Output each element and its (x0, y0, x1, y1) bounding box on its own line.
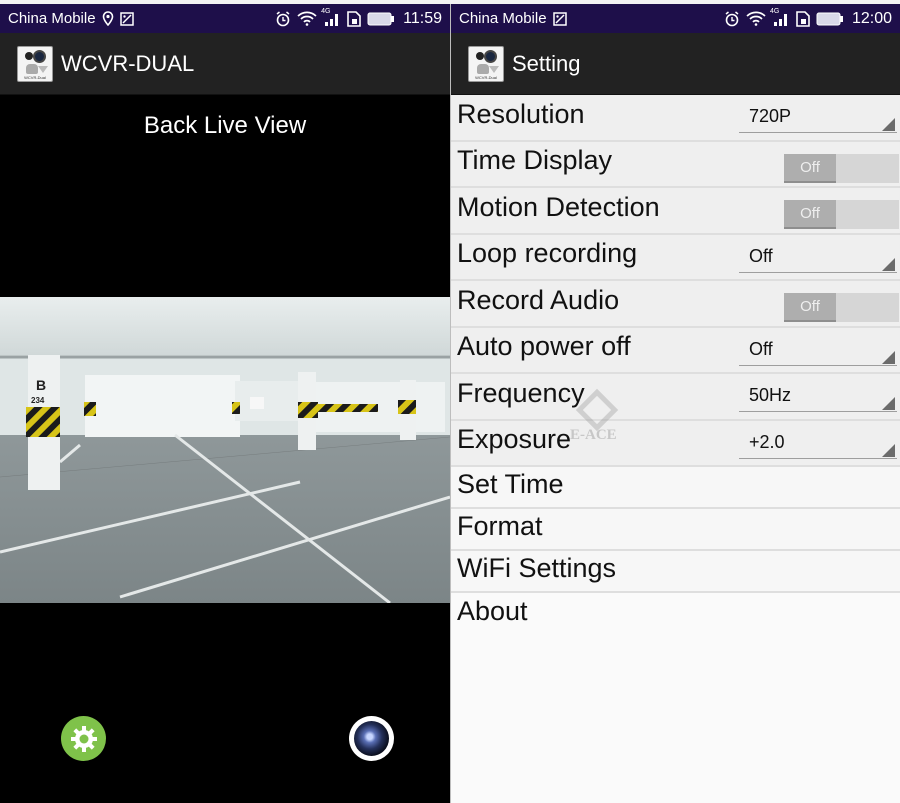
app-bar: WCVR-Dual WCVR-DUAL (0, 33, 450, 95)
dropdown-arrow-icon (882, 257, 895, 271)
setting-row-motion-detection[interactable]: Motion Detection Off (451, 188, 900, 235)
frequency-dropdown[interactable]: 50Hz (739, 378, 897, 412)
time-display-toggle[interactable]: Off (784, 153, 899, 183)
battery-icon (367, 12, 395, 25)
signal-indicator: 4G (770, 8, 790, 26)
alarm-icon (725, 10, 739, 26)
resolution-dropdown[interactable]: 720P (739, 99, 897, 133)
status-bar: China Mobile 4G 11:59 (0, 4, 450, 33)
record-audio-toggle[interactable]: Off (784, 293, 899, 322)
live-view-screen: China Mobile 4G 11:59 WCVR-Dual WCVR-DUA… (0, 4, 450, 803)
setting-row-format[interactable]: Format (451, 509, 900, 551)
camera-lens-icon (354, 721, 389, 756)
settings-screen: China Mobile 4G 12:00 WCVR-Dual Setting … (450, 4, 900, 803)
app-title: Setting (512, 50, 581, 76)
toggle-state: Off (784, 200, 836, 229)
setting-label: Motion Detection (457, 191, 660, 222)
setting-label: About (457, 595, 528, 626)
dropdown-value: Off (749, 245, 773, 266)
setting-label: Time Display (457, 145, 613, 176)
loop-recording-dropdown[interactable]: Off (739, 239, 897, 273)
live-view-title: Back Live View (143, 112, 307, 139)
app-title: WCVR-DUAL (61, 50, 195, 76)
status-time: 12:00 (851, 9, 892, 27)
pillar-label-number: 234 (31, 396, 45, 405)
dropdown-value: +2.0 (749, 431, 785, 452)
location-icon (102, 11, 113, 26)
setting-row-loop-recording[interactable]: Loop recording Off (451, 234, 900, 281)
settings-button[interactable] (61, 716, 106, 761)
setting-label: Loop recording (457, 238, 638, 269)
image-icon (119, 11, 134, 26)
app-logo-icon: WCVR-Dual (468, 45, 504, 82)
alarm-icon (276, 10, 290, 26)
setting-row-about[interactable]: About (451, 593, 900, 635)
toggle-state: Off (784, 293, 836, 322)
carrier-name: China Mobile (459, 10, 547, 27)
setting-row-time-display[interactable]: Time Display Off (451, 141, 900, 188)
setting-label: Exposure (457, 424, 572, 455)
app-bar: WCVR-Dual Setting (451, 33, 900, 95)
sim-icon (347, 10, 361, 27)
setting-row-exposure[interactable]: Exposure +2.0 (451, 420, 900, 467)
dropdown-value: 50Hz (749, 385, 792, 405)
auto-power-off-dropdown[interactable]: Off (739, 332, 897, 366)
motion-detection-toggle[interactable]: Off (784, 200, 899, 229)
setting-label: Frequency (457, 377, 585, 408)
battery-icon (816, 12, 843, 25)
wifi-icon (297, 11, 317, 26)
pillar-label-b: B (36, 377, 46, 393)
carrier-name: China Mobile (8, 10, 96, 27)
camera-feed[interactable]: B 234 (0, 297, 450, 603)
dropdown-arrow-icon (882, 443, 895, 457)
network-type-label: 4G (321, 7, 331, 15)
setting-row-set-time[interactable]: Set Time (451, 467, 900, 509)
setting-row-wifi-settings[interactable]: WiFi Settings (451, 551, 900, 593)
status-time: 11:59 (403, 9, 442, 27)
setting-row-record-audio[interactable]: Record Audio Off (451, 281, 900, 328)
setting-label: Format (457, 510, 543, 541)
toggle-state: Off (784, 153, 836, 183)
exposure-dropdown[interactable]: +2.0 (739, 425, 897, 459)
status-bar: China Mobile 4G 12:00 (451, 4, 900, 33)
setting-row-auto-power-off[interactable]: Auto power off Off (451, 327, 900, 374)
dropdown-arrow-icon (882, 118, 895, 131)
bottom-controls (0, 711, 450, 761)
dropdown-value: 720P (749, 106, 792, 126)
network-type-label: 4G (769, 7, 780, 15)
signal-indicator: 4G (321, 8, 341, 26)
settings-list: Resolution 720P Time Display Off Motion … (451, 95, 900, 635)
setting-label: Set Time (457, 468, 564, 499)
app-logo-icon: WCVR-Dual (17, 45, 53, 82)
capture-button[interactable] (349, 716, 394, 761)
dropdown-arrow-icon (882, 397, 895, 410)
dropdown-arrow-icon (882, 350, 895, 364)
image-icon (552, 11, 567, 26)
setting-row-frequency[interactable]: Frequency 50Hz (451, 374, 900, 421)
dropdown-value: Off (749, 338, 773, 359)
setting-label: Record Audio (457, 284, 620, 315)
setting-label: WiFi Settings (457, 552, 617, 583)
setting-label: Resolution (457, 98, 585, 129)
setting-row-resolution[interactable]: Resolution 720P (451, 95, 900, 142)
parking-garage-image: B 234 (0, 297, 450, 603)
sim-icon (796, 10, 810, 27)
wifi-icon (746, 11, 766, 26)
setting-label: Auto power off (457, 331, 631, 362)
gear-icon (70, 725, 97, 752)
